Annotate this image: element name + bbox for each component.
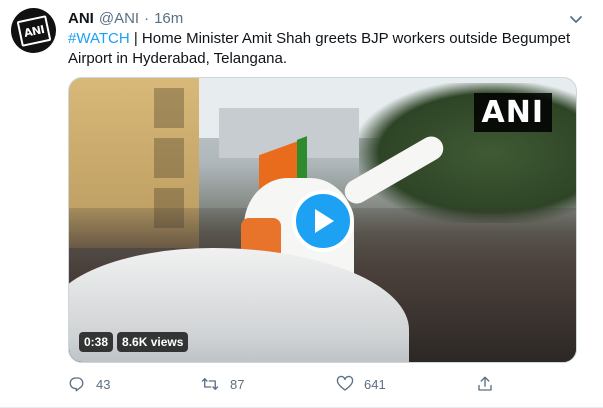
like-icon [336, 375, 354, 391]
author-name[interactable]: ANI [68, 10, 94, 27]
video-watermark: ANI [473, 93, 552, 132]
tweet-header: ANI @ANI · 16m [68, 8, 183, 28]
avatar[interactable]: ANI [11, 8, 56, 53]
share-icon [478, 376, 492, 391]
author-handle[interactable]: @ANI [99, 10, 139, 27]
share-button[interactable] [476, 375, 494, 393]
like-button[interactable]: 641 [336, 375, 386, 393]
view-count: 8.6K views [117, 332, 189, 352]
video-duration: 0:38 [79, 332, 114, 352]
like-count: 641 [364, 376, 386, 392]
tweet-body: | Home Minister Amit Shah greets BJP wor… [68, 30, 571, 67]
reply-count: 43 [96, 376, 111, 392]
reply-icon [69, 377, 84, 392]
hashtag-link[interactable]: #WATCH [68, 30, 130, 47]
retweet-count: 87 [230, 376, 245, 392]
retweet-icon [201, 378, 219, 390]
play-icon[interactable] [292, 190, 354, 252]
timestamp[interactable]: 16m [154, 10, 183, 27]
chevron-down-icon[interactable] [567, 10, 585, 28]
video-player[interactable]: ANI 0:38 8.6K views [68, 77, 577, 363]
tweet-text: #WATCH | Home Minister Amit Shah greets … [68, 29, 588, 69]
retweet-button[interactable]: 87 [200, 375, 244, 393]
video-badges: 0:38 8.6K views [79, 332, 189, 352]
tweet-actions: 43 87 641 [68, 374, 528, 394]
separator: · [144, 9, 150, 27]
ani-logo: ANI [16, 14, 51, 47]
tweet[interactable]: ANI ANI @ANI · 16m #WATCH | Home Ministe… [0, 0, 603, 408]
reply-button[interactable]: 43 [68, 375, 110, 393]
